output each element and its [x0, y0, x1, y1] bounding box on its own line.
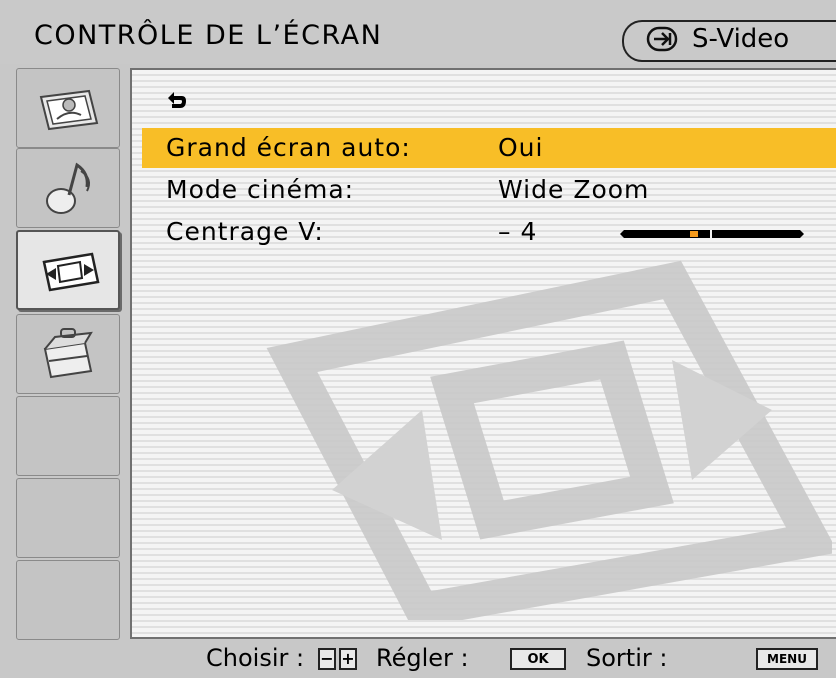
row-value: – 4	[498, 217, 538, 246]
tab-empty-2	[16, 478, 120, 558]
tab-empty-1	[16, 396, 120, 476]
v-center-slider[interactable]	[620, 230, 804, 238]
setup-toolbox-icon	[43, 328, 93, 379]
tab-empty-3	[16, 560, 120, 640]
exit-label: Sortir :	[586, 644, 668, 672]
tab-picture[interactable]	[16, 68, 120, 148]
input-source-indicator: S-Video	[622, 20, 836, 62]
menu-key: MENU	[756, 648, 818, 670]
sound-icon	[46, 162, 90, 214]
adjust-label: Régler :	[376, 644, 469, 672]
footer-help-bar: Choisir : − + Régler : OK Sortir : MENU	[0, 640, 836, 678]
row-label: Centrage V:	[166, 217, 324, 246]
row-value: Wide Zoom	[498, 175, 650, 204]
input-source-label: S-Video	[692, 24, 790, 54]
plus-key: +	[339, 648, 357, 670]
row-value: Oui	[498, 133, 544, 162]
minus-key: −	[318, 648, 336, 670]
tab-setup[interactable]	[16, 314, 120, 394]
tab-screen-control[interactable]	[16, 230, 120, 310]
screen-control-watermark-icon	[266, 260, 832, 620]
settings-panel: Grand écran auto: Oui Mode cinéma: Wide …	[130, 68, 836, 639]
back-arrow-icon[interactable]	[164, 88, 188, 112]
picture-icon	[39, 89, 99, 131]
input-arrow-icon	[646, 26, 678, 52]
ok-key: OK	[510, 648, 566, 670]
header-bar: CONTRÔLE DE L’ÉCRAN S-Video	[0, 0, 836, 64]
page-title: CONTRÔLE DE L’ÉCRAN	[34, 20, 383, 51]
menu-row-auto-wide[interactable]: Grand écran auto: Oui	[142, 128, 836, 168]
row-label: Grand écran auto:	[166, 133, 411, 162]
menu-row-v-center[interactable]: Centrage V: – 4	[142, 212, 836, 252]
screen-control-icon	[42, 252, 100, 292]
tab-sound[interactable]	[16, 148, 120, 228]
menu-row-cinema-mode[interactable]: Mode cinéma: Wide Zoom	[142, 170, 836, 210]
choose-label: Choisir :	[206, 644, 305, 672]
row-label: Mode cinéma:	[166, 175, 355, 204]
slider-marker	[690, 231, 698, 237]
